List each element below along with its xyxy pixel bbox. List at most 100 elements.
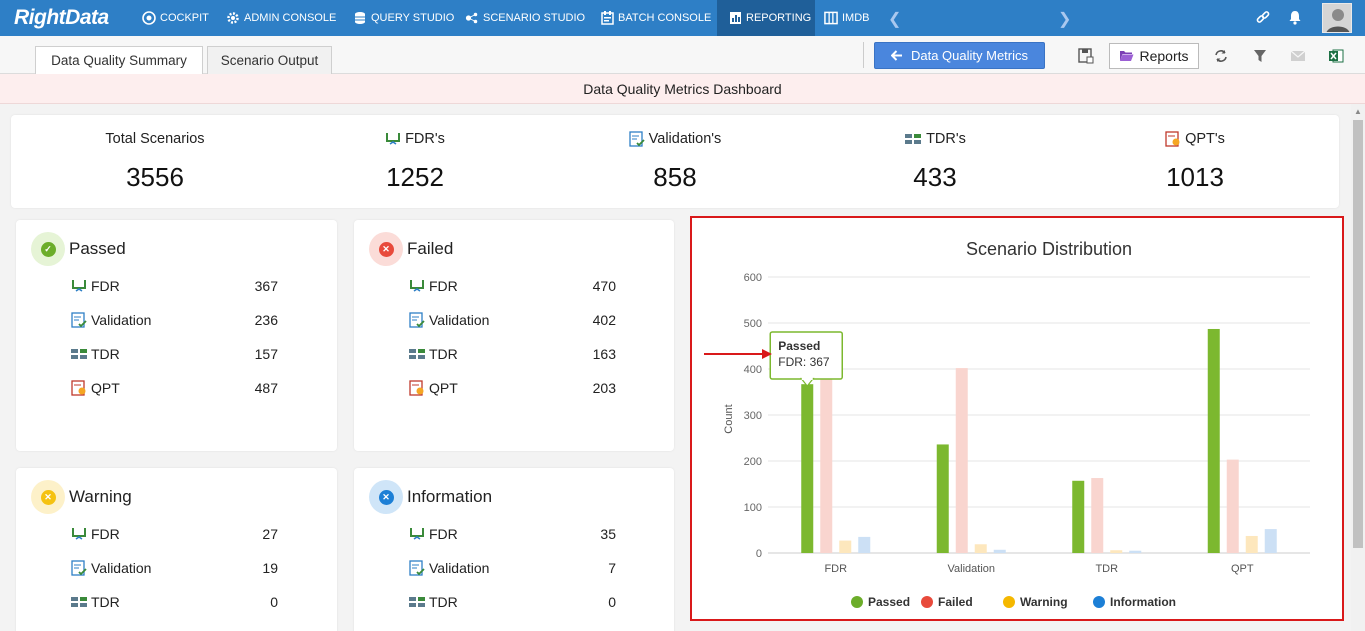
email-icon[interactable] — [1289, 47, 1307, 65]
row-label: FDR — [429, 278, 458, 294]
vertical-scrollbar[interactable]: ▲ — [1351, 104, 1365, 631]
scroll-up-icon[interactable]: ▲ — [1354, 107, 1362, 116]
legend-marker-information — [1093, 596, 1105, 608]
row-label: TDR — [91, 346, 120, 362]
row-value: 27 — [262, 526, 278, 542]
tooltip-pointer-mask — [801, 377, 813, 380]
reports-button[interactable]: Reports — [1109, 43, 1199, 69]
row-label: FDR — [429, 526, 458, 542]
y-tick-label: 0 — [756, 548, 762, 560]
list-item: FDR 35 — [408, 524, 616, 544]
y-tick-label: 400 — [744, 364, 762, 376]
row-label: QPT — [91, 380, 120, 396]
bar-warning-tdr — [1110, 550, 1123, 553]
bar-failed-validation — [955, 368, 968, 553]
excel-export-icon[interactable] — [1327, 47, 1345, 65]
link-icon[interactable] — [1256, 11, 1270, 30]
chart-title: Scenario Distribution — [966, 239, 1132, 259]
bar-warning-fdr — [839, 540, 852, 553]
legend-marker-warning — [1003, 596, 1015, 608]
y-axis-label: Count — [723, 404, 735, 433]
scenario-distribution-chart[interactable]: Scenario Distribution 0 100 200 300 400 500 600… — [692, 218, 1342, 619]
tab-data-quality-summary[interactable]: Data Quality Summary — [35, 46, 203, 74]
tab-scenario-output[interactable]: Scenario Output — [207, 46, 332, 74]
row-value: 19 — [262, 560, 278, 576]
row-value: 470 — [592, 278, 616, 294]
nav-label: SCENARIO STUDIO — [483, 12, 586, 24]
list-item: Validation 402 — [408, 310, 616, 330]
validation-icon — [408, 560, 426, 576]
nav-query-studio[interactable]: QUERY STUDIO — [353, 0, 454, 36]
scenario-distribution-chart-panel: Scenario Distribution 0 100 200 300 400 500 600… — [690, 216, 1344, 621]
information-card: ✕ Information FDR 35 Validation 7 TDR 0 — [354, 468, 674, 631]
save-report-icon[interactable] — [1077, 47, 1095, 65]
fdr-icon — [408, 278, 426, 294]
warning-card: ✕ Warning FDR 27 Validation 19 TDR 0 — [16, 468, 337, 631]
nav-label: IMDB — [842, 12, 870, 24]
validation-icon — [629, 131, 645, 147]
row-label: Validation — [91, 312, 152, 328]
refresh-icon[interactable] — [1212, 47, 1230, 65]
legend-label: Warning — [1020, 595, 1068, 609]
card-title: Information — [407, 487, 493, 506]
gear-icon — [226, 11, 240, 25]
nav-scroll-right-icon[interactable]: ❯ — [1058, 9, 1071, 29]
filter-icon[interactable] — [1251, 47, 1269, 65]
x-tick-label: Validation — [948, 563, 996, 575]
database-icon — [353, 11, 367, 25]
tdr-icon — [904, 133, 922, 145]
y-tick-label: 100 — [744, 502, 762, 514]
nav-label: QUERY STUDIO — [371, 12, 455, 24]
nav-batch-console[interactable]: BATCH CONSOLE — [600, 0, 711, 36]
cockpit-icon — [142, 11, 156, 25]
bar-passed-validation — [936, 444, 949, 553]
row-value: 203 — [592, 380, 616, 396]
y-tick-label: 600 — [744, 272, 762, 284]
list-item: TDR 163 — [408, 344, 616, 364]
tdr-icon — [70, 346, 88, 362]
nav-imdb[interactable]: IMDB — [824, 0, 870, 36]
fdr-icon — [70, 526, 88, 542]
row-label: TDR — [91, 594, 120, 610]
qpt-icon — [1165, 131, 1181, 147]
legend-label: Passed — [868, 595, 910, 609]
data-quality-metrics-button[interactable]: Data Quality Metrics — [874, 42, 1045, 69]
x-tick-label: FDR — [824, 563, 847, 575]
nav-scenario-studio[interactable]: SCENARIO STUDIO — [465, 0, 585, 36]
row-label: Validation — [429, 560, 490, 576]
tdr-icon — [408, 346, 426, 362]
y-tick-label: 200 — [744, 456, 762, 468]
fdr-icon — [385, 132, 401, 146]
bell-icon[interactable] — [1288, 10, 1302, 30]
nav-label: BATCH CONSOLE — [618, 12, 712, 24]
scenario-icon — [465, 11, 479, 25]
list-item: FDR 27 — [70, 524, 278, 544]
list-item: QPT 203 — [408, 378, 616, 398]
fdr-icon — [408, 526, 426, 542]
app-logo[interactable]: RightData — [14, 6, 109, 30]
nav-reporting[interactable]: REPORTING — [717, 0, 815, 36]
stat-value: 433 — [913, 162, 957, 192]
bar-information-fdr — [858, 536, 871, 553]
y-tick-label: 300 — [744, 410, 762, 422]
nav-admin-console[interactable]: ADMIN CONSOLE — [226, 0, 336, 36]
scroll-thumb[interactable] — [1353, 120, 1363, 548]
list-item: FDR 367 — [70, 276, 278, 296]
row-value: 487 — [254, 380, 278, 396]
nav-cockpit[interactable]: COCKPIT — [142, 0, 209, 36]
stat-value: 1252 — [386, 162, 444, 192]
qpt-icon — [70, 380, 88, 396]
report-icon — [728, 11, 742, 25]
card-title: Failed — [407, 239, 454, 258]
list-item: TDR 0 — [408, 592, 616, 612]
warning-circle-icon: ✕ — [40, 489, 56, 505]
avatar[interactable] — [1322, 3, 1352, 33]
bar-failed-qpt — [1226, 459, 1239, 553]
bar-passed-qpt — [1207, 328, 1220, 553]
passed-card: ✓ Passed FDR 367 Validation 236 TDR 157 … — [16, 220, 337, 451]
list-item: TDR 157 — [70, 344, 278, 364]
nav-scroll-left-icon[interactable]: ❮ — [888, 9, 901, 29]
reports-label: Reports — [1139, 48, 1189, 64]
row-value: 7 — [608, 560, 616, 576]
validation-icon — [70, 312, 88, 328]
